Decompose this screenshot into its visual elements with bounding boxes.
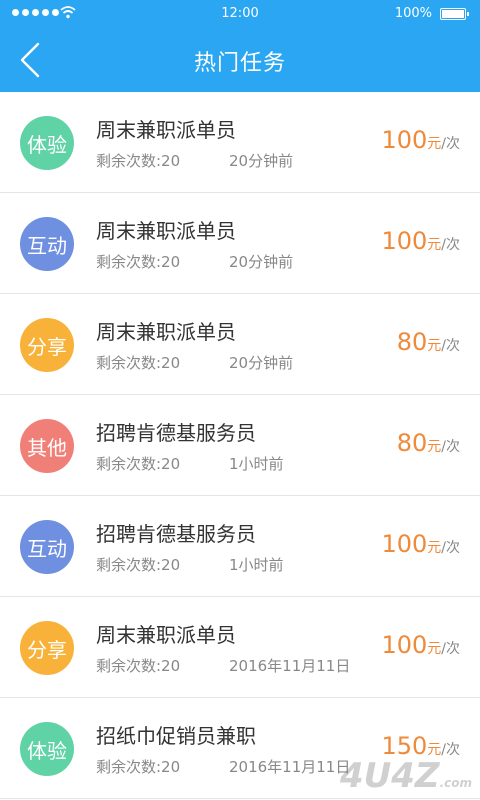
list-item[interactable]: 体验 周末兼职派单员 剩余次数:20 20分钟前 100元/次 — [0, 92, 480, 193]
task-time: 20分钟前 — [229, 152, 294, 170]
task-price: 100元/次 — [381, 530, 460, 558]
task-remaining: 剩余次数:20 — [96, 657, 181, 675]
task-type-badge: 体验 — [20, 722, 74, 776]
task-time: 2016年11月11日 — [229, 758, 351, 776]
price-per: /次 — [441, 641, 460, 657]
task-remaining: 剩余次数:20 — [96, 354, 181, 372]
task-title: 周末兼职派单员 — [96, 623, 236, 647]
task-time: 20分钟前 — [229, 253, 294, 271]
page-title: 热门任务 — [193, 51, 286, 76]
task-type-badge: 分享 — [20, 318, 74, 372]
task-title: 周末兼职派单员 — [96, 219, 236, 243]
price-unit: 元 — [427, 237, 442, 253]
task-title: 招聘肯德基服务员 — [96, 421, 256, 445]
status-bar: 12:00 100% — [0, 0, 480, 28]
battery-percent: 100% — [394, 6, 432, 21]
task-list: 体验 周末兼职派单员 剩余次数:20 20分钟前 100元/次 互动 周末兼职派… — [0, 92, 480, 799]
price-per: /次 — [441, 439, 460, 455]
price-per: /次 — [441, 338, 460, 354]
price-amount: 100 — [381, 227, 428, 255]
price-amount: 100 — [381, 126, 428, 154]
battery-icon — [440, 8, 469, 20]
price-unit: 元 — [427, 540, 442, 556]
task-time: 2016年11月11日 — [229, 657, 351, 675]
price-per: /次 — [441, 237, 460, 253]
task-time: 1小时前 — [229, 556, 284, 574]
task-type-badge: 分享 — [20, 621, 74, 675]
price-unit: 元 — [427, 641, 442, 657]
task-title: 招纸巾促销员兼职 — [96, 724, 256, 748]
price-amount: 80 — [396, 429, 428, 457]
task-title: 招聘肯德基服务员 — [96, 522, 256, 546]
task-title: 周末兼职派单员 — [96, 118, 236, 142]
task-price: 100元/次 — [381, 631, 460, 659]
task-price: 100元/次 — [381, 227, 460, 255]
list-item[interactable]: 互动 招聘肯德基服务员 剩余次数:20 1小时前 100元/次 — [0, 496, 480, 597]
price-unit: 元 — [427, 338, 442, 354]
price-unit: 元 — [427, 439, 442, 455]
task-title: 周末兼职派单员 — [96, 320, 236, 344]
task-price: 80元/次 — [397, 328, 460, 356]
task-type-badge: 体验 — [20, 116, 74, 170]
list-item[interactable]: 互动 周末兼职派单员 剩余次数:20 20分钟前 100元/次 — [0, 193, 480, 294]
price-unit: 元 — [427, 136, 442, 152]
task-remaining: 剩余次数:20 — [96, 253, 181, 271]
task-remaining: 剩余次数:20 — [96, 455, 181, 473]
price-per: /次 — [441, 136, 460, 152]
task-time: 1小时前 — [229, 455, 284, 473]
price-per: /次 — [441, 540, 460, 556]
price-amount: 80 — [396, 328, 428, 356]
task-type-badge: 互动 — [20, 520, 74, 574]
task-type-badge: 其他 — [20, 419, 74, 473]
task-price: 100元/次 — [381, 126, 460, 154]
watermark-logo: 4U4Z.com — [340, 756, 472, 796]
list-item[interactable]: 分享 周末兼职派单员 剩余次数:20 20分钟前 80元/次 — [0, 294, 480, 395]
list-item[interactable]: 分享 周末兼职派单员 剩余次数:20 2016年11月11日 100元/次 — [0, 597, 480, 698]
task-type-badge: 互动 — [20, 217, 74, 271]
nav-bar: 热门任务 — [0, 28, 480, 92]
task-price: 80元/次 — [397, 429, 460, 457]
price-amount: 100 — [381, 530, 428, 558]
task-remaining: 剩余次数:20 — [96, 758, 181, 776]
price-amount: 100 — [381, 631, 428, 659]
task-time: 20分钟前 — [229, 354, 294, 372]
list-item[interactable]: 其他 招聘肯德基服务员 剩余次数:20 1小时前 80元/次 — [0, 395, 480, 496]
task-remaining: 剩余次数:20 — [96, 152, 181, 170]
task-remaining: 剩余次数:20 — [96, 556, 181, 574]
